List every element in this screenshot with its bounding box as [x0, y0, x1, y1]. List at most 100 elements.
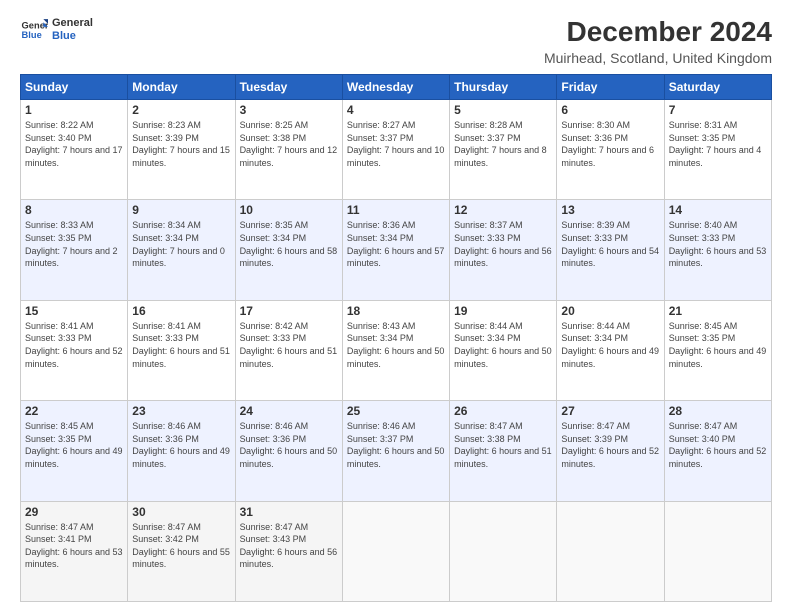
table-row: 16Sunrise: 8:41 AMSunset: 3:33 PMDayligh…: [128, 300, 235, 400]
table-row: 24 Sunrise: 8:46 AMSunset: 3:36 PMDayligh…: [235, 401, 342, 501]
calendar-header-row: SundayMondayTuesdayWednesdayThursdayFrid…: [21, 75, 772, 100]
day-number: 28: [669, 404, 767, 418]
table-row: 14Sunrise: 8:40 AMSunset: 3:33 PMDayligh…: [664, 200, 771, 300]
table-row: 29 Sunrise: 8:47 AMSunset: 3:41 PMDayligh…: [21, 501, 128, 601]
col-header-saturday: Saturday: [664, 75, 771, 100]
logo-line2: Blue: [52, 30, 93, 43]
logo-line1: General: [52, 17, 93, 30]
table-row: 25 Sunrise: 8:46 AMSunset: 3:37 PMDayligh…: [342, 401, 449, 501]
col-header-sunday: Sunday: [21, 75, 128, 100]
location-subtitle: Muirhead, Scotland, United Kingdom: [544, 50, 772, 66]
day-number: 27: [561, 404, 659, 418]
table-row: 31Sunrise: 8:47 AMSunset: 3:43 PMDayligh…: [235, 501, 342, 601]
day-number: 15: [25, 304, 123, 318]
table-row: 30 Sunrise: 8:47 AMSunset: 3:42 PMDayligh…: [128, 501, 235, 601]
col-header-tuesday: Tuesday: [235, 75, 342, 100]
day-info: Sunrise: 8:44 AMSunset: 3:34 PMDaylight:…: [561, 320, 659, 370]
day-number: 23: [132, 404, 230, 418]
table-row: 20 Sunrise: 8:44 AMSunset: 3:34 PMDayligh…: [557, 300, 664, 400]
calendar-table: SundayMondayTuesdayWednesdayThursdayFrid…: [20, 74, 772, 602]
day-info: Sunrise: 8:31 AMSunset: 3:35 PMDaylight:…: [669, 119, 767, 169]
day-info: Sunrise: 8:41 AMSunset: 3:33 PMDaylight:…: [25, 320, 123, 370]
table-row: 22 Sunrise: 8:45 AMSunset: 3:35 PMDayligh…: [21, 401, 128, 501]
day-info: Sunrise: 8:47 AMSunset: 3:42 PMDaylight:…: [132, 521, 230, 571]
table-row: 28Sunrise: 8:47 AMSunset: 3:40 PMDayligh…: [664, 401, 771, 501]
day-info: Sunrise: 8:23 AMSunset: 3:39 PMDaylight:…: [132, 119, 230, 169]
day-info: Sunrise: 8:25 AMSunset: 3:38 PMDaylight:…: [240, 119, 338, 169]
logo-icon: General Blue: [20, 16, 48, 44]
table-row: 23 Sunrise: 8:46 AMSunset: 3:36 PMDayligh…: [128, 401, 235, 501]
day-number: 7: [669, 103, 767, 117]
day-number: 11: [347, 203, 445, 217]
day-info: Sunrise: 8:28 AMSunset: 3:37 PMDaylight:…: [454, 119, 552, 169]
table-row: 19 Sunrise: 8:44 AMSunset: 3:34 PMDayligh…: [450, 300, 557, 400]
calendar-week-5: 29 Sunrise: 8:47 AMSunset: 3:41 PMDayligh…: [21, 501, 772, 601]
day-info: Sunrise: 8:39 AMSunset: 3:33 PMDaylight:…: [561, 219, 659, 269]
day-number: 10: [240, 203, 338, 217]
day-number: 22: [25, 404, 123, 418]
day-number: 29: [25, 505, 123, 519]
day-info: Sunrise: 8:22 AMSunset: 3:40 PMDaylight:…: [25, 119, 123, 169]
table-row: 18Sunrise: 8:43 AMSunset: 3:34 PMDayligh…: [342, 300, 449, 400]
table-row: 7 Sunrise: 8:31 AMSunset: 3:35 PMDaylight…: [664, 100, 771, 200]
col-header-monday: Monday: [128, 75, 235, 100]
day-number: 3: [240, 103, 338, 117]
main-title: December 2024: [544, 16, 772, 48]
day-info: Sunrise: 8:27 AMSunset: 3:37 PMDaylight:…: [347, 119, 445, 169]
day-number: 9: [132, 203, 230, 217]
day-number: 25: [347, 404, 445, 418]
svg-text:Blue: Blue: [22, 30, 42, 40]
day-info: Sunrise: 8:47 AMSunset: 3:39 PMDaylight:…: [561, 420, 659, 470]
day-number: 30: [132, 505, 230, 519]
day-number: 16: [132, 304, 230, 318]
calendar-page: General Blue General Blue December 2024 …: [0, 0, 792, 612]
day-info: Sunrise: 8:44 AMSunset: 3:34 PMDaylight:…: [454, 320, 552, 370]
day-info: Sunrise: 8:35 AMSunset: 3:34 PMDaylight:…: [240, 219, 338, 269]
day-number: 20: [561, 304, 659, 318]
table-row: 6 Sunrise: 8:30 AMSunset: 3:36 PMDaylight…: [557, 100, 664, 200]
day-info: Sunrise: 8:37 AMSunset: 3:33 PMDaylight:…: [454, 219, 552, 269]
table-row: [342, 501, 449, 601]
day-info: Sunrise: 8:46 AMSunset: 3:36 PMDaylight:…: [240, 420, 338, 470]
table-row: [664, 501, 771, 601]
day-number: 6: [561, 103, 659, 117]
day-info: Sunrise: 8:45 AMSunset: 3:35 PMDaylight:…: [669, 320, 767, 370]
day-number: 2: [132, 103, 230, 117]
day-info: Sunrise: 8:46 AMSunset: 3:37 PMDaylight:…: [347, 420, 445, 470]
day-info: Sunrise: 8:46 AMSunset: 3:36 PMDaylight:…: [132, 420, 230, 470]
table-row: 13Sunrise: 8:39 AMSunset: 3:33 PMDayligh…: [557, 200, 664, 300]
calendar-week-3: 15 Sunrise: 8:41 AMSunset: 3:33 PMDayligh…: [21, 300, 772, 400]
day-info: Sunrise: 8:47 AMSunset: 3:41 PMDaylight:…: [25, 521, 123, 571]
day-number: 12: [454, 203, 552, 217]
day-number: 14: [669, 203, 767, 217]
table-row: 8Sunrise: 8:33 AMSunset: 3:35 PMDaylight…: [21, 200, 128, 300]
day-number: 1: [25, 103, 123, 117]
day-info: Sunrise: 8:36 AMSunset: 3:34 PMDaylight:…: [347, 219, 445, 269]
day-number: 21: [669, 304, 767, 318]
table-row: 3 Sunrise: 8:25 AMSunset: 3:38 PMDaylight…: [235, 100, 342, 200]
col-header-wednesday: Wednesday: [342, 75, 449, 100]
table-row: 12 Sunrise: 8:37 AMSunset: 3:33 PMDayligh…: [450, 200, 557, 300]
day-info: Sunrise: 8:30 AMSunset: 3:36 PMDaylight:…: [561, 119, 659, 169]
col-header-friday: Friday: [557, 75, 664, 100]
calendar-week-4: 22 Sunrise: 8:45 AMSunset: 3:35 PMDayligh…: [21, 401, 772, 501]
table-row: 9 Sunrise: 8:34 AMSunset: 3:34 PMDaylight…: [128, 200, 235, 300]
table-row: 1 Sunrise: 8:22 AMSunset: 3:40 PMDaylight…: [21, 100, 128, 200]
day-number: 19: [454, 304, 552, 318]
table-row: [450, 501, 557, 601]
logo: General Blue General Blue: [20, 16, 93, 44]
page-header: General Blue General Blue December 2024 …: [20, 16, 772, 66]
table-row: 17 Sunrise: 8:42 AMSunset: 3:33 PMDayligh…: [235, 300, 342, 400]
calendar-week-2: 8Sunrise: 8:33 AMSunset: 3:35 PMDaylight…: [21, 200, 772, 300]
day-info: Sunrise: 8:42 AMSunset: 3:33 PMDaylight:…: [240, 320, 338, 370]
day-number: 4: [347, 103, 445, 117]
calendar-week-1: 1 Sunrise: 8:22 AMSunset: 3:40 PMDaylight…: [21, 100, 772, 200]
day-number: 17: [240, 304, 338, 318]
day-info: Sunrise: 8:45 AMSunset: 3:35 PMDaylight:…: [25, 420, 123, 470]
table-row: 21 Sunrise: 8:45 AMSunset: 3:35 PMDayligh…: [664, 300, 771, 400]
title-block: December 2024 Muirhead, Scotland, United…: [544, 16, 772, 66]
day-info: Sunrise: 8:34 AMSunset: 3:34 PMDaylight:…: [132, 219, 230, 269]
day-number: 24: [240, 404, 338, 418]
table-row: 15 Sunrise: 8:41 AMSunset: 3:33 PMDayligh…: [21, 300, 128, 400]
day-info: Sunrise: 8:47 AMSunset: 3:38 PMDaylight:…: [454, 420, 552, 470]
